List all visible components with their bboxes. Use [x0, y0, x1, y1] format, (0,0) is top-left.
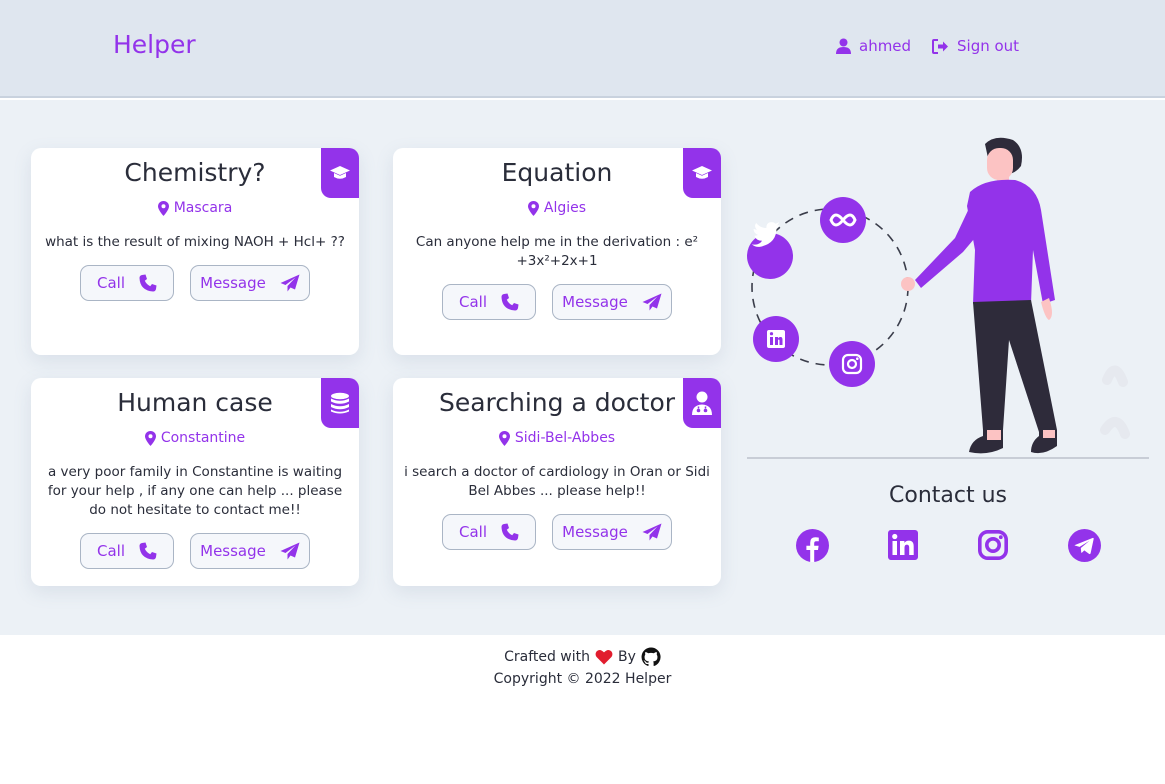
post-actions: Call Message	[393, 514, 721, 550]
twitter-bubble	[747, 222, 793, 279]
post-title: Human case	[117, 388, 273, 417]
instagram-icon	[978, 530, 1008, 560]
location-pin-icon	[157, 200, 169, 216]
message-button[interactable]: Message	[552, 284, 672, 320]
paper-plane-icon	[280, 274, 300, 292]
message-button[interactable]: Message	[190, 265, 310, 301]
post-card: Equation Algies Can anyone help me in th…	[393, 148, 721, 355]
message-button[interactable]: Message	[552, 514, 672, 550]
post-description: a very poor family in Constantine is wai…	[47, 464, 343, 518]
location-label: Sidi-Bel-Abbes	[514, 430, 616, 446]
crafted-prefix: Crafted with	[504, 649, 591, 665]
call-label: Call	[96, 274, 125, 292]
post-title: Searching a doctor	[438, 388, 676, 417]
message-label: Message	[200, 274, 266, 292]
phone-icon	[139, 542, 157, 560]
message-label: Message	[562, 523, 628, 541]
location-pin-icon	[144, 430, 156, 446]
call-button[interactable]: Call	[442, 514, 536, 550]
location-label: Mascara	[173, 200, 233, 216]
phone-icon	[501, 523, 519, 541]
signout-label: Sign out	[957, 37, 1020, 55]
by-label: By	[618, 649, 636, 665]
telegram-link[interactable]	[1067, 528, 1101, 562]
github-icon[interactable]	[641, 647, 661, 667]
person-figure	[901, 137, 1057, 454]
social-illustration	[747, 137, 1149, 459]
post-card: Human case Constantine a very poor famil…	[31, 378, 359, 586]
location-label: Constantine	[160, 430, 246, 446]
copyright: Copyright © 2022 Helper	[493, 671, 672, 687]
phone-icon	[139, 274, 157, 292]
footer: Crafted with By Copyright © 2022 Helper	[0, 635, 1165, 784]
message-label: Message	[200, 542, 266, 560]
linkedin-link[interactable]	[886, 528, 920, 562]
call-label: Call	[458, 523, 487, 541]
user-icon	[836, 38, 851, 54]
signout-link[interactable]: Sign out	[932, 37, 1019, 55]
linkedin-icon	[888, 530, 918, 560]
message-button[interactable]: Message	[190, 533, 310, 569]
linkedin-bubble	[753, 316, 799, 362]
paper-plane-icon	[280, 542, 300, 560]
facebook-link[interactable]	[795, 528, 829, 562]
post-description: what is the result of mixing NAOH + Hcl+…	[45, 234, 345, 250]
call-button[interactable]: Call	[80, 265, 174, 301]
post-location: Constantine	[31, 430, 359, 446]
instagram-bubble	[829, 341, 875, 387]
post-location: Sidi-Bel-Abbes	[393, 430, 721, 446]
user-profile-link[interactable]: ahmed	[836, 37, 911, 55]
location-label: Algies	[543, 200, 587, 216]
call-button[interactable]: Call	[442, 284, 536, 320]
user-name: ahmed	[859, 37, 912, 55]
post-actions: Call Message	[31, 533, 359, 569]
post-title: Equation	[501, 158, 613, 187]
post-location: Algies	[393, 200, 721, 216]
call-label: Call	[96, 542, 125, 560]
post-description: Can anyone help me in the derivation : e…	[415, 234, 699, 269]
heart-icon	[595, 650, 613, 665]
post-card: Searching a doctor Sidi-Bel-Abbes i sear…	[393, 378, 721, 586]
post-actions: Call Message	[393, 284, 721, 320]
contact-title: Contact us	[889, 483, 1007, 508]
paper-plane-icon	[642, 523, 662, 541]
call-label: Call	[458, 293, 487, 311]
crafted-line: Crafted with By	[0, 647, 1165, 667]
instagram-link[interactable]	[976, 528, 1010, 562]
post-description: i search a doctor of cardiology in Oran …	[404, 464, 710, 499]
location-pin-icon	[527, 200, 539, 216]
sign-out-icon	[932, 38, 948, 54]
brand-logo[interactable]: Helper	[113, 30, 196, 59]
post-title: Chemistry?	[124, 158, 266, 187]
telegram-icon	[1067, 528, 1101, 562]
facebook-icon	[795, 528, 829, 562]
post-actions: Call Message	[31, 265, 359, 301]
call-button[interactable]: Call	[80, 533, 174, 569]
location-pin-icon	[498, 430, 510, 446]
post-card: Chemistry? Mascara what is the result of…	[31, 148, 359, 355]
navbar: Helper ahmed Sign out	[0, 0, 1165, 98]
paper-plane-icon	[642, 293, 662, 311]
message-label: Message	[562, 293, 628, 311]
meta-bubble	[820, 197, 866, 243]
post-location: Mascara	[31, 200, 359, 216]
phone-icon	[501, 293, 519, 311]
